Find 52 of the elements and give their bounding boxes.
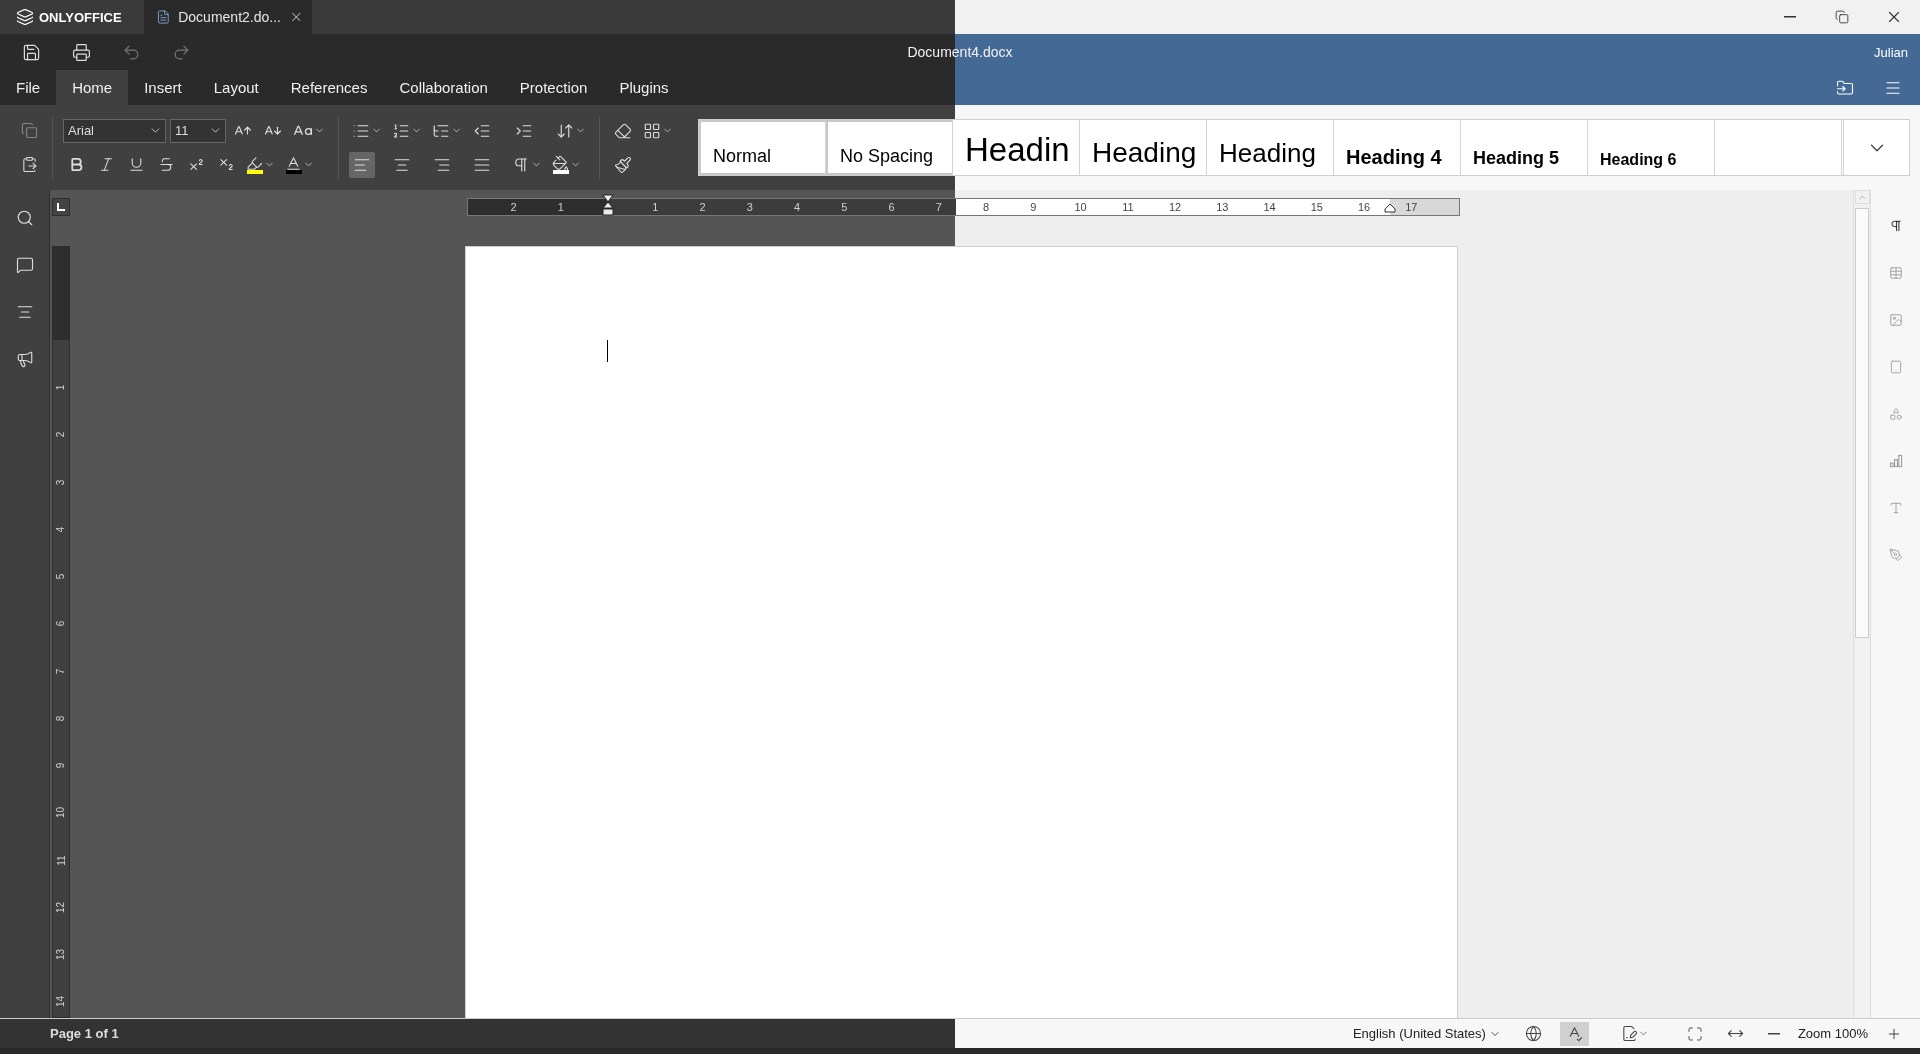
ruler-number: 11 — [55, 854, 67, 866]
menu-tab[interactable]: Collaboration — [383, 70, 504, 105]
language-select[interactable]: English (United States) — [1346, 1025, 1507, 1042]
ruler-number: 7 — [935, 201, 942, 213]
font-size-select[interactable]: 11 — [170, 118, 226, 143]
ruler-number: 3 — [55, 479, 67, 485]
menu-tab[interactable]: Home — [56, 70, 129, 105]
ruler-number: 5 — [55, 573, 67, 580]
app-logo: ONLYOFFICE — [39, 9, 122, 25]
ruler-number: 5 — [841, 201, 848, 213]
ruler-number: 13 — [1216, 201, 1229, 213]
ruler-number: 6 — [55, 621, 67, 627]
vertical-ruler[interactable]: 1 2 3 4 5 6 7 8 9 10 11 12 13 14 — [52, 246, 70, 1018]
menu-tab[interactable]: Layout — [197, 70, 275, 105]
ruler-number: 13 — [55, 949, 67, 961]
menu-tab[interactable]: File — [0, 70, 57, 105]
ruler-number: 2 — [510, 201, 517, 213]
ruler-number: 9 — [55, 762, 67, 769]
page-count: Page 1 of 1 — [50, 1026, 119, 1041]
ruler-number: 17 — [1405, 201, 1418, 213]
ruler-number: 12 — [55, 901, 67, 913]
ruler-number: 12 — [1169, 201, 1182, 213]
zoom-level: Zoom 100% — [1797, 1026, 1868, 1041]
ruler-number: 16 — [1358, 201, 1371, 213]
ruler-number: 9 — [1030, 201, 1037, 213]
ruler-number: 2 — [699, 201, 706, 213]
ruler-number: 3 — [746, 201, 753, 213]
ruler-number: 2 — [55, 432, 67, 438]
font-select[interactable]: Arial — [63, 118, 166, 143]
ruler-number: 10 — [55, 807, 67, 819]
ruler-number: 14 — [1263, 201, 1276, 213]
ruler-number: 7 — [55, 668, 67, 674]
menu-tab[interactable]: References — [274, 70, 384, 105]
ruler-number: 15 — [1310, 201, 1323, 213]
ruler-number: 4 — [55, 526, 67, 533]
ruler-number: 8 — [55, 715, 67, 722]
ruler-number: 1 — [557, 201, 564, 213]
ruler-number: 14 — [55, 996, 67, 1008]
ruler-number: 8 — [983, 201, 990, 213]
ruler-number: 11 — [1122, 201, 1134, 213]
ruler-number: 4 — [794, 201, 801, 213]
ruler-number: 1 — [652, 201, 659, 213]
ruler-number: 6 — [888, 201, 895, 213]
menu-tab[interactable]: Insert — [128, 70, 198, 105]
ruler-number: 10 — [1074, 201, 1087, 213]
document-tab[interactable]: Document2.do... — [143, 0, 312, 34]
user-name: Julian — [1874, 44, 1908, 60]
style-item[interactable]: Normal — [699, 120, 826, 175]
menu-tab[interactable]: Plugins — [603, 70, 685, 105]
ruler-number: 1 — [55, 384, 67, 391]
menu-tab[interactable]: Protection — [503, 70, 604, 105]
style-item[interactable]: No Spacing — [826, 120, 953, 175]
